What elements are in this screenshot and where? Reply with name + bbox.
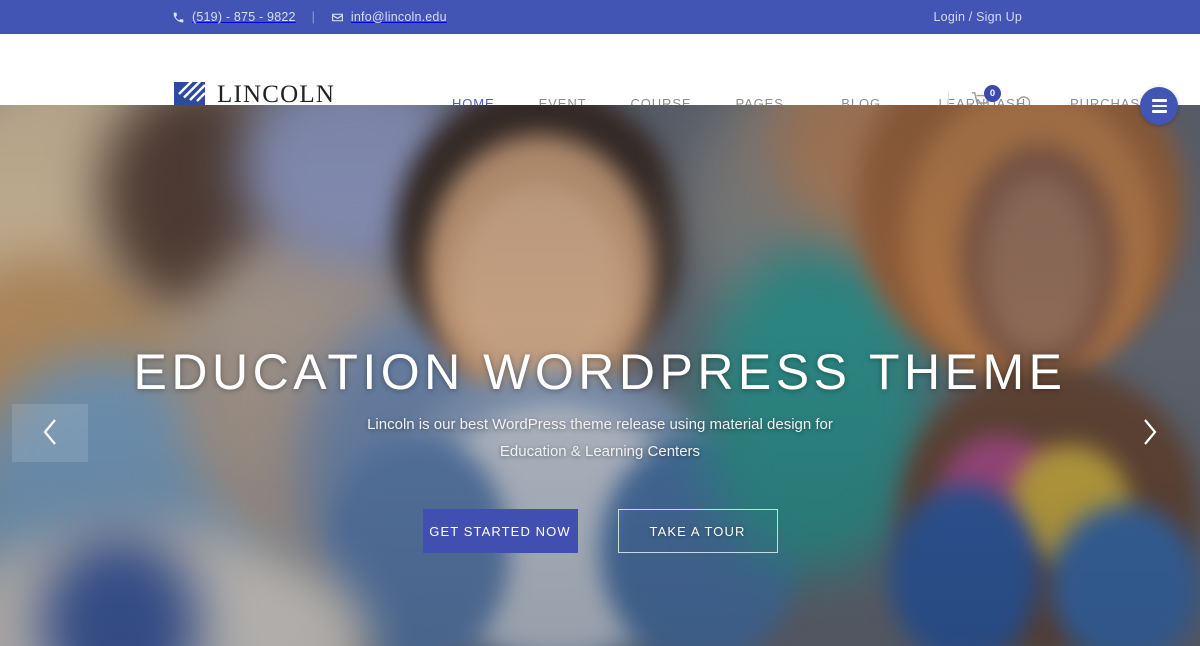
slider-next-button[interactable]: [1112, 404, 1188, 462]
hero-cta-group: GET STARTED NOW TAKE A TOUR: [422, 509, 778, 553]
take-a-tour-button[interactable]: TAKE A TOUR: [617, 509, 778, 553]
hero-title: EDUCATION WORDPRESS THEME: [133, 344, 1067, 400]
hero-subtitle-line-1: Lincoln is our best WordPress theme rele…: [367, 416, 812, 433]
top-utility-bar: (519) - 875 - 9822 | info@lincoln.edu Lo…: [0, 0, 1200, 34]
phone-number: (519) - 875 - 9822: [192, 10, 296, 24]
login-signup-link[interactable]: Login / Sign Up: [934, 10, 1022, 24]
chevron-right-icon: [1139, 416, 1161, 451]
get-started-button[interactable]: GET STARTED NOW: [422, 509, 578, 553]
main-navbar: LINCOLN Edu WordPress Theme HOME EVENT C…: [0, 34, 1200, 121]
topbar-contact-group: (519) - 875 - 9822 | info@lincoln.edu: [172, 0, 447, 34]
topbar-separator: |: [311, 10, 315, 24]
hamburger-menu-button[interactable]: [1140, 87, 1178, 125]
hero-content: EDUCATION WORDPRESS THEME Lincoln is our…: [0, 105, 1200, 646]
email-address: info@lincoln.edu: [350, 10, 447, 24]
hero-subtitle: Lincoln is our best WordPress theme rele…: [365, 411, 835, 465]
hamburger-menu-icon: [1151, 99, 1167, 113]
phone-link[interactable]: (519) - 875 - 9822: [172, 0, 296, 34]
cart-count-badge: 0: [984, 84, 1001, 102]
brand-name: LINCOLN: [217, 81, 336, 108]
envelope-icon: [331, 11, 344, 24]
hero-slider: EDUCATION WORDPRESS THEME Lincoln is our…: [0, 105, 1200, 646]
topbar-account-group: Login / Sign Up: [934, 0, 1022, 34]
phone-icon: [172, 11, 185, 24]
email-link[interactable]: info@lincoln.edu: [331, 0, 447, 34]
slider-prev-button[interactable]: [12, 404, 88, 462]
chevron-left-icon: [39, 416, 61, 451]
